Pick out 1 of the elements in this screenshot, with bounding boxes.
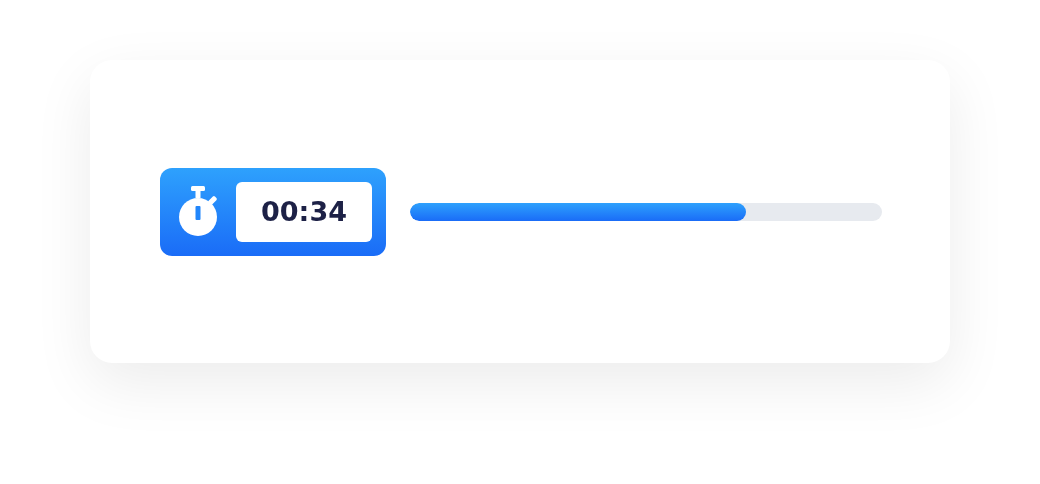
time-readout: 00:34 <box>236 181 372 242</box>
